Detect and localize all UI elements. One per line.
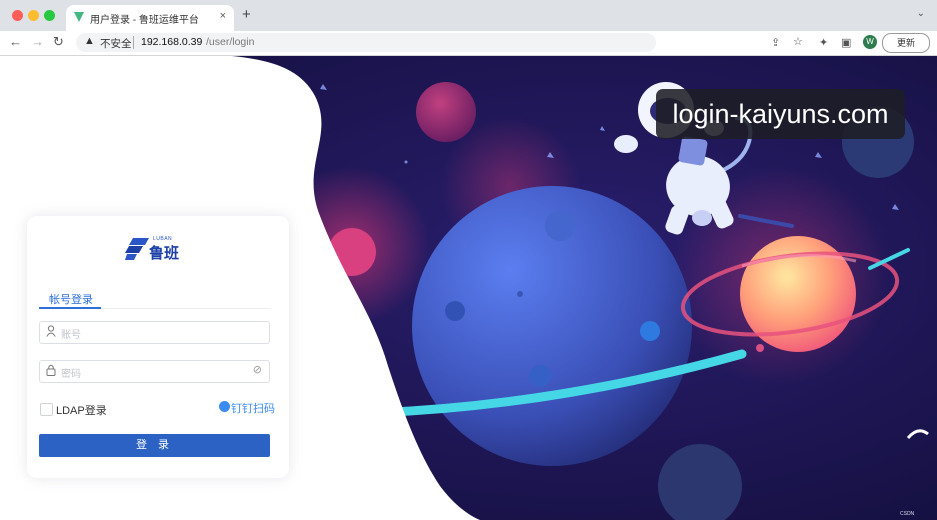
svg-text:CSDN: CSDN xyxy=(900,511,915,517)
tab-close-button[interactable]: × xyxy=(220,10,226,22)
user-icon xyxy=(46,325,56,337)
login-button[interactable]: 登 录 xyxy=(39,434,270,457)
lock-icon xyxy=(46,364,56,376)
watermark-banner: login-kaiyuns.com xyxy=(656,89,905,139)
url-path: /user/login xyxy=(206,36,255,48)
new-tab-button[interactable]: + xyxy=(242,6,251,23)
dingtalk-scan-link[interactable]: 钉钉扫码 xyxy=(231,400,275,416)
reload-icon[interactable]: ↻ xyxy=(53,34,64,50)
browser-tab-strip: 用户登录 - 鲁班运维平台 × + ⌄ xyxy=(0,0,937,31)
luban-logo-icon xyxy=(125,238,149,260)
tab-search-button[interactable]: ⌄ xyxy=(917,8,925,19)
update-button[interactable]: 更新 xyxy=(882,33,930,53)
url-host: 192.168.0.39 xyxy=(141,36,203,48)
luban-logo: LUBAN 鲁班 xyxy=(125,234,187,264)
password-field[interactable]: 密码 ⊘ xyxy=(39,360,270,383)
forward-icon[interactable]: → xyxy=(31,34,44,49)
sidebar-icon[interactable]: ▣ xyxy=(841,36,851,49)
security-label[interactable]: 不安全 xyxy=(100,36,132,51)
dingtalk-icon[interactable] xyxy=(219,401,230,412)
url-divider xyxy=(133,36,134,49)
bookmark-star-icon[interactable]: ☆ xyxy=(793,35,803,48)
password-placeholder: 密码 xyxy=(61,369,81,380)
username-placeholder: 账号 xyxy=(61,330,81,341)
extensions-icon[interactable]: ✦ xyxy=(819,36,828,49)
tab-active-indicator xyxy=(39,307,101,309)
logo-chinese-text: 鲁班 xyxy=(149,245,180,262)
tab-account-login[interactable]: 帐号登录 xyxy=(49,291,93,307)
share-icon[interactable]: ⇪ xyxy=(771,36,780,49)
login-page: CSDN login-kaiyuns.com LUBAN 鲁班 帐号登录 账号 xyxy=(0,56,937,520)
eye-off-icon[interactable]: ⊘ xyxy=(253,363,262,376)
maximize-window-button[interactable] xyxy=(44,10,55,21)
login-card: LUBAN 鲁班 帐号登录 账号 密码 ⊘ LDAP登录 钉钉扫码 登 录 xyxy=(27,216,289,478)
back-icon[interactable]: ← xyxy=(9,34,22,49)
minimize-window-button[interactable] xyxy=(28,10,39,21)
tab-title: 用户登录 - 鲁班运维平台 xyxy=(90,15,199,26)
vue-icon xyxy=(74,12,84,22)
ldap-label[interactable]: LDAP登录 xyxy=(56,402,107,418)
browser-tab[interactable]: 用户登录 - 鲁班运维平台 × xyxy=(66,5,234,31)
profile-avatar[interactable]: W xyxy=(863,35,877,49)
username-field[interactable]: 账号 xyxy=(39,321,270,344)
url-field[interactable]: ▲ 不安全 192.168.0.39 /user/login xyxy=(76,33,656,52)
ldap-checkbox[interactable] xyxy=(40,403,53,416)
warning-icon[interactable]: ▲ xyxy=(84,35,95,47)
close-window-button[interactable] xyxy=(12,10,23,21)
